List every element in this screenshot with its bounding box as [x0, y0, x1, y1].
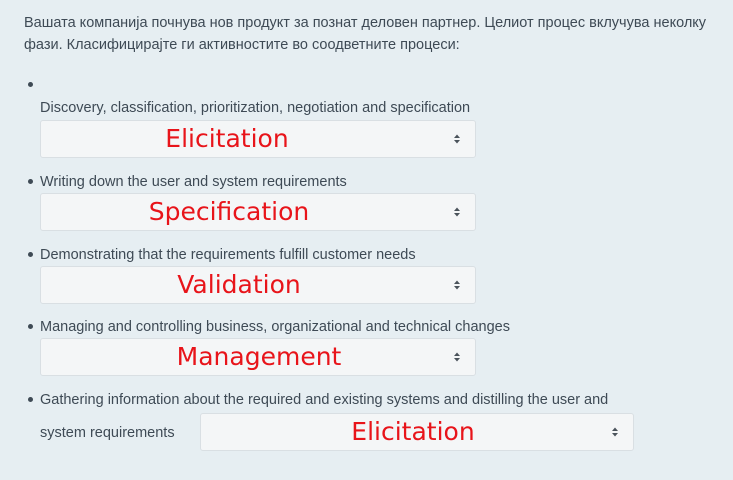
- question-text: Вашата компанија почнува нов продукт за …: [24, 15, 707, 53]
- chevron-up-down-icon: [453, 133, 461, 145]
- select-value-4: Management: [176, 342, 342, 371]
- item-text-2: Writing down the user and system require…: [40, 174, 347, 190]
- chevron-up-down-icon: [453, 351, 461, 363]
- chevron-up-down-icon: [611, 426, 619, 438]
- select-value-1: Elicitation: [165, 124, 289, 153]
- item-text-5-line-1: Gathering information about the required…: [40, 392, 609, 408]
- select-value-5: Elicitation: [351, 417, 475, 446]
- answer-select-3[interactable]: Validation: [40, 266, 476, 304]
- bullet-icon: [28, 252, 33, 257]
- item-text-4: Managing and controlling business, organ…: [40, 319, 510, 335]
- bullet-icon: [28, 397, 33, 402]
- bullet-icon: [28, 82, 33, 87]
- select-value-3: Validation: [177, 270, 301, 299]
- chevron-up-down-icon: [453, 206, 461, 218]
- answer-select-1[interactable]: Elicitation: [40, 120, 476, 158]
- item-text-3: Demonstrating that the requirements fulf…: [40, 247, 416, 263]
- bullet-icon: [28, 179, 33, 184]
- bullet-icon: [28, 324, 33, 329]
- item-text-1: Discovery, classification, prioritizatio…: [40, 100, 471, 116]
- select-value-2: Specification: [148, 197, 310, 226]
- answer-select-2[interactable]: Specification: [40, 193, 476, 231]
- item-text-5-line-2: system requirements: [40, 425, 175, 441]
- answer-select-5[interactable]: Elicitation: [200, 413, 634, 451]
- answer-select-4[interactable]: Management: [40, 338, 476, 376]
- chevron-up-down-icon: [453, 279, 461, 291]
